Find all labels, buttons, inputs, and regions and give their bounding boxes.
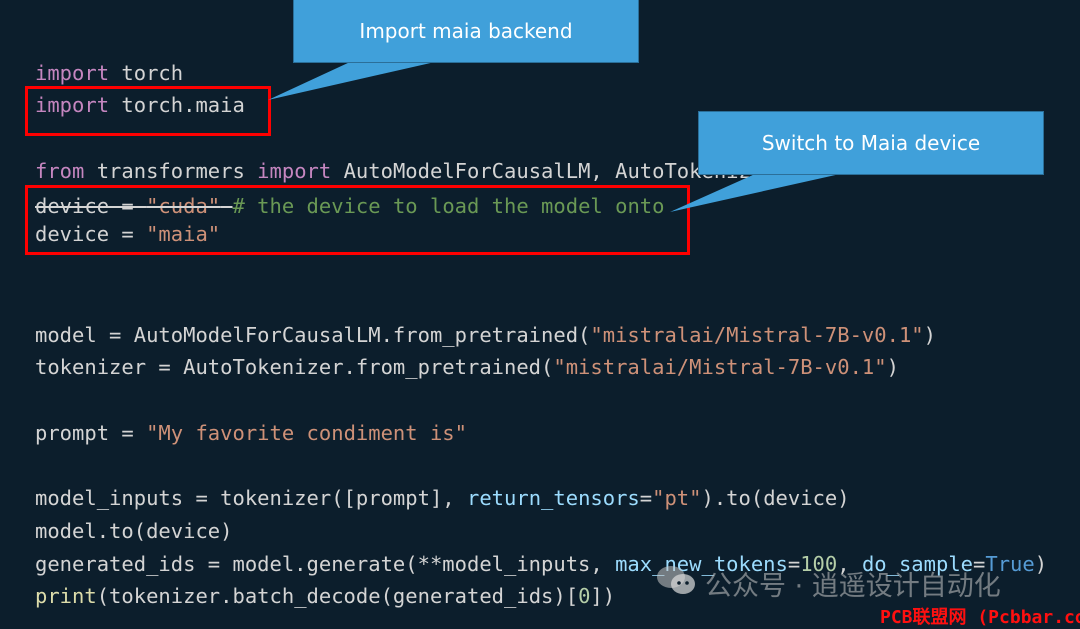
callout-tail-device (670, 174, 840, 212)
wechat-watermark: 公众号 · 逍遥设计自动化 (655, 563, 1001, 604)
site-watermark: PCB联盟网 (Pcbbar.com) (880, 607, 1080, 628)
callout-tail-import (268, 62, 435, 100)
callout-tails (268, 62, 840, 212)
wechat-icon (655, 563, 699, 604)
callout-switch-device: Switch to Maia device (698, 111, 1044, 175)
callout-import-backend: Import maia backend (293, 0, 639, 63)
